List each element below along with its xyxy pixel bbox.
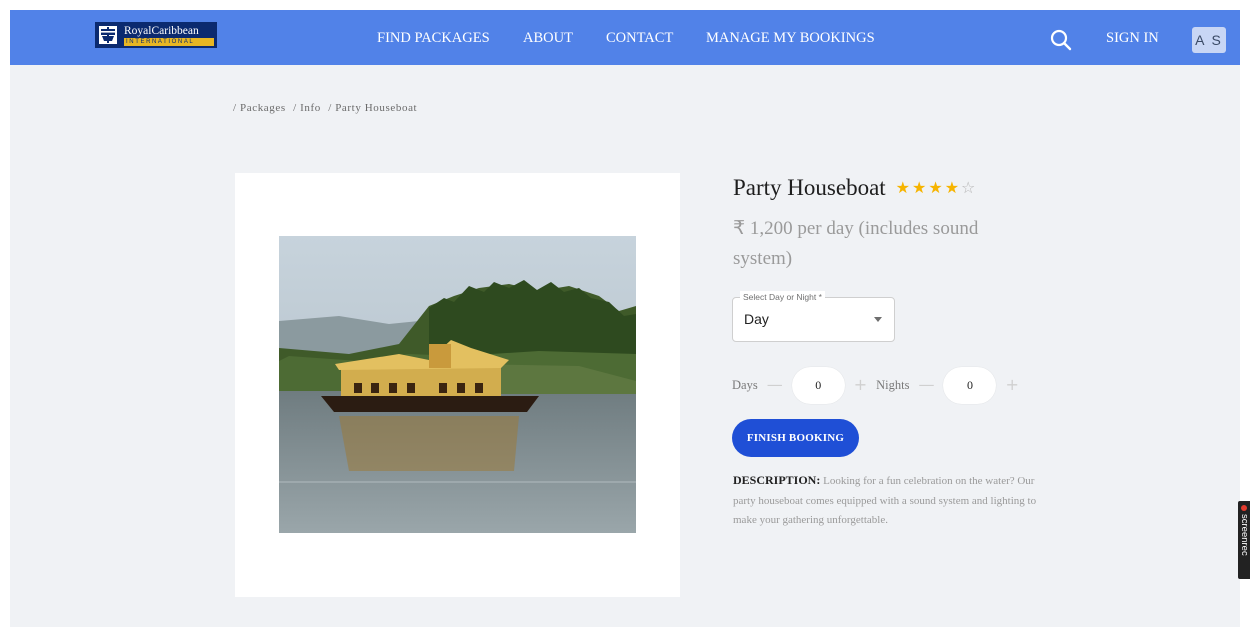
breadcrumb: / Packages / Info / Party Houseboat	[233, 102, 421, 114]
nights-label: Nights	[876, 377, 910, 392]
days-label: Days	[732, 377, 758, 392]
star-icon: ★	[928, 178, 945, 197]
record-dot-icon	[1241, 505, 1247, 511]
top-navbar: RoyalCaribbean INTERNATIONAL FIND PACKAG…	[10, 10, 1240, 65]
recorder-label: screenrec	[1239, 514, 1250, 556]
finish-booking-button[interactable]: FINISH BOOKING	[732, 419, 859, 457]
nights-increment-button[interactable]: +	[996, 375, 1027, 395]
nav-manage-bookings[interactable]: MANAGE MY BOOKINGS	[706, 30, 875, 46]
brand-subtitle: INTERNATIONAL	[124, 37, 214, 46]
avatar[interactable]: A S	[1192, 27, 1226, 53]
page-title: Party Houseboat	[733, 175, 886, 200]
rating-stars: ★★★★☆	[896, 178, 978, 198]
description-label: DESCRIPTION:	[733, 473, 821, 487]
brand-name: RoyalCaribbean	[124, 24, 199, 37]
nights-decrement-button[interactable]: —	[909, 375, 943, 395]
star-icon: ★	[912, 178, 929, 197]
nav-about[interactable]: ABOUT	[523, 30, 573, 46]
brand-logo[interactable]: RoyalCaribbean INTERNATIONAL	[95, 22, 217, 48]
search-icon[interactable]	[1050, 29, 1072, 51]
nav-contact[interactable]: CONTACT	[606, 30, 673, 46]
product-image-card	[235, 173, 680, 597]
product-description: DESCRIPTION: Looking for a fun celebrati…	[733, 471, 1043, 531]
breadcrumb-info[interactable]: / Info	[293, 102, 321, 114]
crown-anchor-icon	[95, 22, 121, 48]
days-decrement-button[interactable]: —	[758, 375, 792, 395]
breadcrumb-packages[interactable]: / Packages	[233, 102, 286, 114]
price-text: ₹ 1,200 per day (includes sound system)	[733, 218, 979, 269]
nights-input[interactable]: 0	[943, 366, 997, 404]
chevron-down-icon	[874, 317, 882, 322]
days-increment-button[interactable]: +	[845, 375, 876, 395]
star-icon: ★	[944, 178, 962, 197]
sign-in-link[interactable]: SIGN IN	[1106, 30, 1159, 46]
select-label: Select Day or Night *	[740, 291, 825, 303]
stay-counters: Days — 0 + Nights — 0 +	[732, 366, 1028, 404]
days-input[interactable]: 0	[791, 366, 845, 404]
star-outline-icon: ☆	[961, 178, 978, 197]
product-title-row: Party Houseboat ★★★★☆	[733, 174, 977, 202]
star-icon: ★	[895, 178, 913, 197]
screen-recorder-badge[interactable]: screenrec	[1238, 501, 1250, 579]
day-night-select[interactable]: Select Day or Night * Day	[732, 291, 895, 342]
select-value: Day	[744, 311, 769, 327]
breadcrumb-current: / Party Houseboat	[328, 102, 418, 114]
app-frame: RoyalCaribbean INTERNATIONAL FIND PACKAG…	[10, 10, 1240, 627]
houseboat-photo	[279, 236, 636, 533]
nav-find-packages[interactable]: FIND PACKAGES	[377, 30, 490, 46]
